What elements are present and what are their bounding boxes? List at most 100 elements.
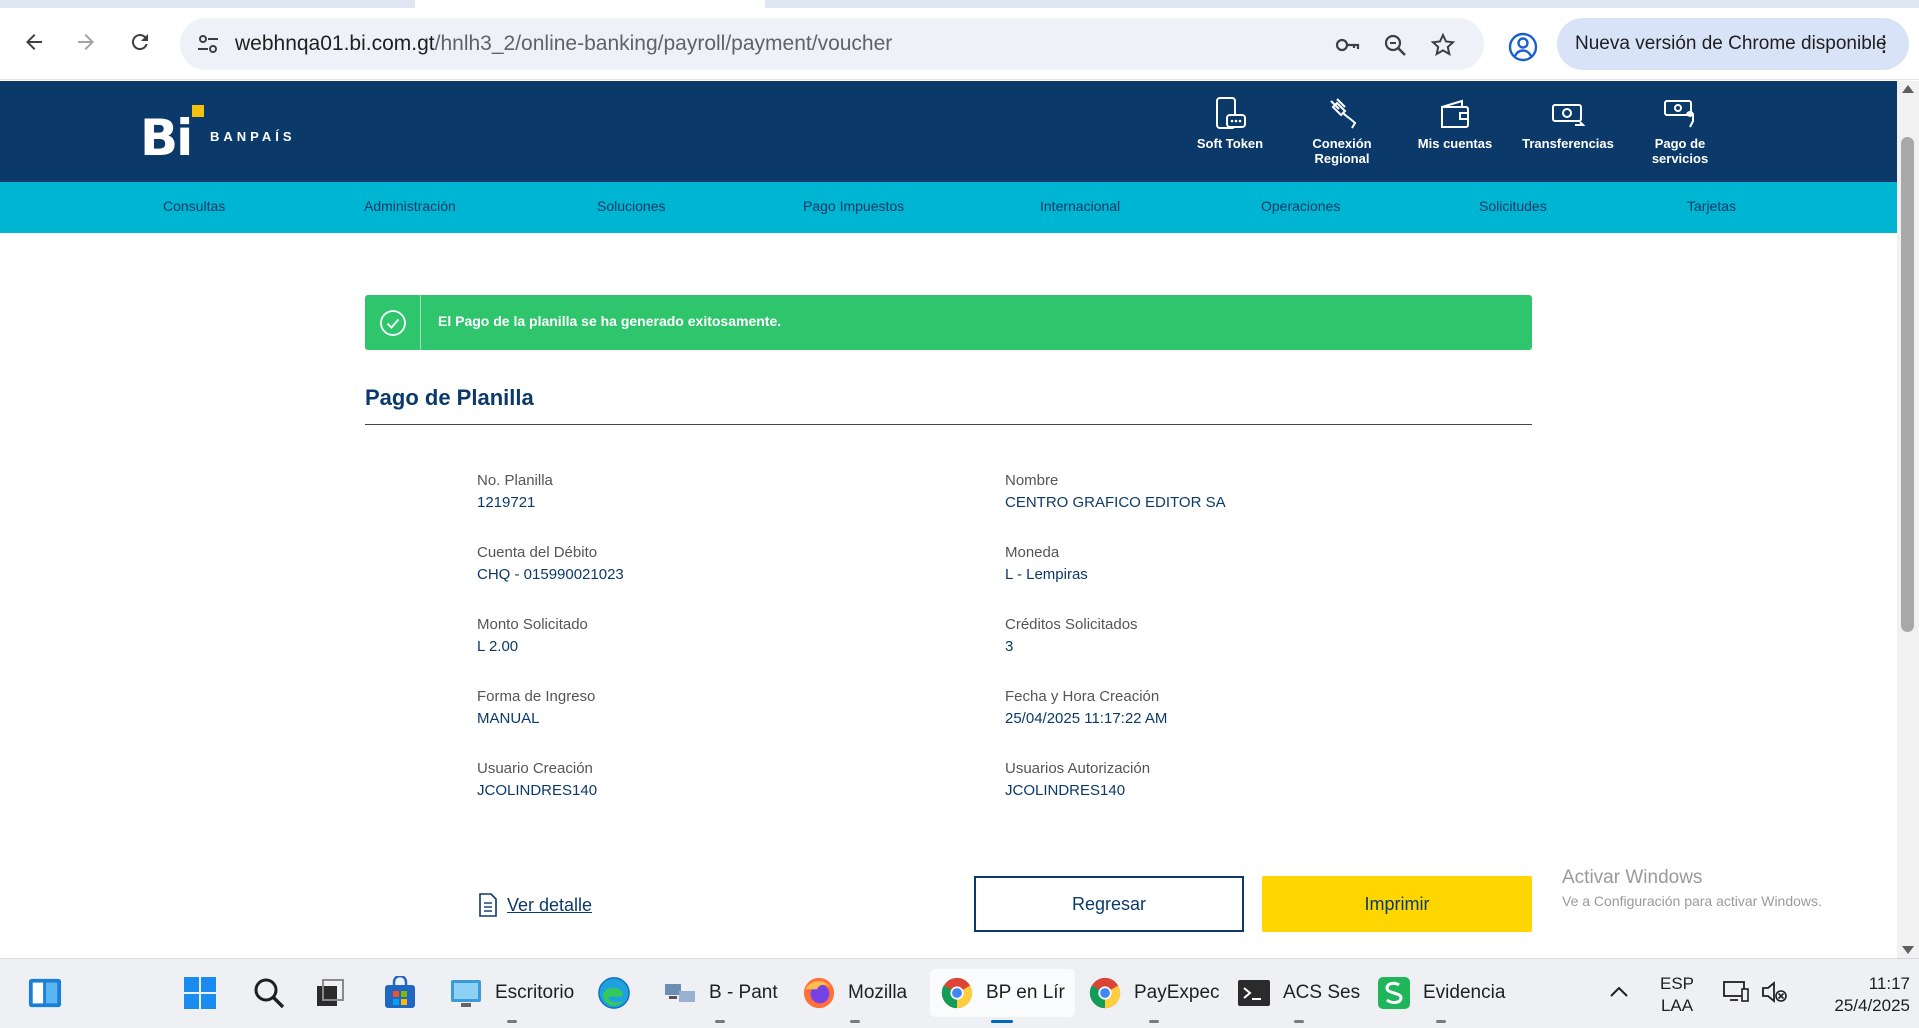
network-icon[interactable] <box>1722 979 1750 1010</box>
clock-date: 25/4/2025 <box>1834 996 1910 1015</box>
back-icon[interactable] <box>14 22 54 62</box>
page-scrollbar[interactable] <box>1897 81 1919 958</box>
header-soft-token-label: Soft Token <box>1196 136 1264 151</box>
url-domain: webhnqa01.bi.com.gt <box>235 32 435 55</box>
menu-item-soluciones[interactable]: Soluciones <box>597 198 666 214</box>
remote-desktop-icon <box>449 976 483 1010</box>
logo-brand: BANPAÍS <box>210 129 296 144</box>
chrome-icon <box>940 976 974 1010</box>
field-label: Cuenta del Débito <box>477 544 598 561</box>
header-soft-token[interactable]: Soft Token <box>1175 95 1285 175</box>
header-transferencias[interactable]: Transferencias <box>1513 95 1623 175</box>
money-transfer-icon <box>1552 104 1586 126</box>
taskbar-app-edge[interactable] <box>597 969 631 1017</box>
main-menu: Consultas Administración Soluciones Pago… <box>0 182 1897 233</box>
bi-banpais-logo[interactable]: Bi BANPAÍS <box>140 101 310 167</box>
chrome-update-label: Nueva versión de Chrome disponible <box>1575 33 1887 54</box>
field-value: JCOLINDRES140 <box>1005 782 1126 799</box>
field-value: JCOLINDRES140 <box>477 782 598 799</box>
chrome-icon <box>1088 976 1122 1010</box>
start-button[interactable] <box>183 969 217 1017</box>
field-value: MANUAL <box>477 710 540 727</box>
running-indicator <box>506 1020 517 1023</box>
header-conexion-regional-label: Conexión Regional <box>1312 136 1372 166</box>
active-tab[interactable] <box>415 0 765 8</box>
more-menu-icon[interactable]: ⋮ <box>1873 31 1895 57</box>
taskbar-app-label: Escritorio <box>495 982 575 1003</box>
password-key-icon[interactable] <box>1332 30 1362 60</box>
widgets-button[interactable] <box>28 969 62 1017</box>
ver-detalle-label[interactable]: Ver detalle <box>507 895 592 916</box>
field-monto-solicitado: Monto Solicitado L 2.00 <box>477 616 897 655</box>
taskbar-app-bp-en-linea[interactable]: BP en Lír <box>930 969 1075 1023</box>
task-view-button[interactable] <box>313 969 347 1017</box>
volume-muted-icon[interactable] <box>1760 979 1788 1010</box>
site-settings-icon[interactable] <box>194 30 222 58</box>
taskbar-app-label: ACS Ses <box>1283 982 1361 1003</box>
document-icon <box>479 893 497 917</box>
lang-bottom: LAA <box>1660 996 1694 1015</box>
success-alert: El Pago de la planilla se ha generado ex… <box>365 295 1532 350</box>
taskbar-app-evidencia[interactable]: Evidencia <box>1377 969 1506 1023</box>
field-value: L 2.00 <box>477 638 519 655</box>
regresar-button[interactable]: Regresar <box>974 876 1244 932</box>
tab-strip <box>0 0 1919 8</box>
browser-toolbar: webhnqa01.bi.com.gt/hnlh3_2/online-banki… <box>0 8 1919 80</box>
chrome-update-button[interactable]: Nueva versión de Chrome disponible ⋮ <box>1557 18 1909 70</box>
field-nombre: Nombre CENTRO GRAFICO EDITOR SA <box>1005 472 1425 511</box>
taskbar-app-escritorio[interactable]: Escritorio <box>449 969 575 1023</box>
url-path: /hnlh3_2/online-banking/payroll/payment/… <box>434 32 893 55</box>
check-circle-icon <box>365 295 421 350</box>
menu-item-tarjetas[interactable]: Tarjetas <box>1687 198 1736 214</box>
url-text[interactable]: webhnqa01.bi.com.gt/hnlh3_2/online-banki… <box>235 32 892 56</box>
field-usuario-creacion: Usuario Creación JCOLINDRES140 <box>477 760 897 799</box>
field-creditos-solicitados: Créditos Solicitados 3 <box>1005 616 1425 655</box>
scroll-up-icon[interactable] <box>1902 85 1914 93</box>
bill-payment-icon <box>1664 100 1694 128</box>
field-forma-ingreso: Forma de Ingreso MANUAL <box>477 688 897 727</box>
field-no-planilla: No. Planilla 1219721 <box>477 472 897 511</box>
windows-taskbar: Escritorio B - Pant Mozilla BP en Lír Pa… <box>0 958 1919 1028</box>
running-indicator <box>1293 1020 1304 1023</box>
taskbar-app-pant[interactable]: B - Pant <box>663 969 778 1023</box>
header-mis-cuentas[interactable]: Mis cuentas <box>1400 95 1510 175</box>
menu-item-operaciones[interactable]: Operaciones <box>1261 198 1340 214</box>
menu-item-internacional[interactable]: Internacional <box>1040 198 1120 214</box>
search-button[interactable] <box>252 969 286 1017</box>
success-alert-message: El Pago de la planilla se ha generado ex… <box>438 313 782 329</box>
taskbar-app-label: Evidencia <box>1423 982 1506 1003</box>
input-language[interactable]: ESP LAA <box>1660 973 1694 1017</box>
menu-item-pago-impuestos[interactable]: Pago Impuestos <box>803 198 904 214</box>
taskbar-app-payexpec[interactable]: PayExpec <box>1088 969 1220 1023</box>
header-pago-servicios[interactable]: Pago de servicios <box>1625 95 1735 175</box>
reload-icon[interactable] <box>120 22 160 62</box>
page-title: Pago de Planilla <box>365 385 534 410</box>
system-clock[interactable]: 11:17 25/4/2025 <box>1830 973 1910 1017</box>
taskbar-app-label: B - Pant <box>709 982 778 1003</box>
watermark-title: Activar Windows <box>1562 867 1703 888</box>
field-value: CHQ - 015990021023 <box>477 566 624 583</box>
address-bar[interactable]: webhnqa01.bi.com.gt/hnlh3_2/online-banki… <box>180 18 1484 70</box>
tray-overflow-icon[interactable] <box>1608 981 1630 1008</box>
scrollbar-thumb[interactable] <box>1901 137 1914 632</box>
header-conexion-regional[interactable]: Conexión Regional <box>1287 95 1397 175</box>
menu-item-consultas[interactable]: Consultas <box>163 198 225 214</box>
field-fecha-hora-creacion: Fecha y Hora Creación 25/04/2025 11:17:2… <box>1005 688 1425 727</box>
ver-detalle-link[interactable]: Ver detalle <box>477 892 592 918</box>
phone-token-icon <box>1216 97 1246 129</box>
field-label: Usuarios Autorización <box>1005 760 1151 777</box>
forward-icon[interactable] <box>66 22 106 62</box>
field-label: Fecha y Hora Creación <box>1005 688 1160 705</box>
taskbar-app-mozilla[interactable]: Mozilla <box>802 969 907 1023</box>
menu-item-administracion[interactable]: Administración <box>364 198 456 214</box>
watermark-subtitle: Ve a Configuración para activar Windows. <box>1562 893 1822 909</box>
taskbar-app-acs[interactable]: ACS Ses <box>1237 969 1361 1023</box>
field-label: Créditos Solicitados <box>1005 616 1138 633</box>
zoom-icon[interactable] <box>1380 30 1410 60</box>
scroll-down-icon[interactable] <box>1902 946 1914 954</box>
bookmark-star-icon[interactable] <box>1428 30 1458 60</box>
profile-icon[interactable] <box>1506 30 1540 64</box>
store-button[interactable] <box>383 969 417 1017</box>
menu-item-solicitudes[interactable]: Solicitudes <box>1479 198 1547 214</box>
imprimir-button[interactable]: Imprimir <box>1262 876 1532 932</box>
